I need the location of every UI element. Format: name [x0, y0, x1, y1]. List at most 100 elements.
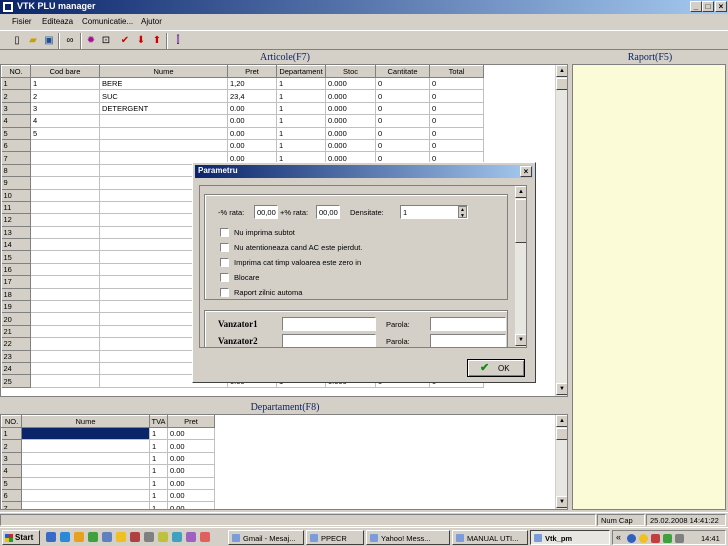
table-cell[interactable] [21, 477, 150, 490]
table-cell[interactable]: SUC [99, 89, 228, 103]
start-button[interactable]: Start [2, 530, 40, 545]
table-cell[interactable]: 0.00 [167, 452, 215, 466]
table-cell[interactable]: 1 [276, 89, 326, 103]
table-cell[interactable]: 1 [276, 114, 326, 128]
window-titlebar[interactable]: VTK PLU manager _ □ × [0, 0, 728, 14]
table-cell[interactable]: 0 [429, 139, 484, 153]
menu-comunicatie[interactable]: Comunicatie... [82, 17, 133, 26]
messenger-icon[interactable] [74, 532, 84, 542]
device-icon[interactable]: ⊡ [99, 34, 113, 48]
table-cell[interactable]: 1 [276, 139, 326, 153]
parametru-dialog[interactable]: Parametru × -% rata: 00,00 +% rata: 00,0… [192, 162, 536, 383]
scroll-up-icon[interactable]: ▲ [556, 415, 567, 427]
table-cell[interactable]: BERE [99, 77, 228, 91]
table-cell[interactable] [30, 275, 100, 289]
table-cell[interactable] [21, 501, 150, 509]
table-row[interactable]: 5 1 0.00 [1, 477, 215, 490]
table-cell[interactable] [30, 226, 100, 240]
table-cell[interactable]: 1 [149, 439, 168, 453]
dialog-close-icon[interactable]: × [520, 166, 532, 177]
table-row[interactable]: 1 1 0.00 [1, 427, 215, 441]
save-icon[interactable]: ▣ [42, 34, 56, 48]
scroll-thumb[interactable] [515, 199, 526, 243]
table-cell[interactable]: 1 [149, 501, 168, 509]
app-icon[interactable] [200, 532, 210, 542]
parola2-input[interactable] [430, 334, 506, 347]
checkbox-raport-zilnic[interactable] [220, 288, 229, 297]
departament-column-header[interactable]: TVA [149, 415, 168, 428]
table-cell[interactable]: 1 [276, 102, 326, 116]
table-cell[interactable]: 0 [429, 102, 484, 116]
checkbox-imprima-zero[interactable] [220, 258, 229, 267]
table-cell[interactable]: 0 [375, 114, 430, 128]
browser-icon[interactable] [60, 532, 70, 542]
scroll-up-icon[interactable]: ▲ [556, 65, 567, 77]
table-cell[interactable]: 0.00 [227, 139, 277, 153]
smiley-icon[interactable] [116, 532, 126, 542]
tray-icon[interactable] [675, 534, 684, 543]
table-cell[interactable] [30, 263, 100, 277]
table-row[interactable]: 1 1 BERE 1,20 1 0.000 0 0 [1, 77, 484, 91]
departament-column-header[interactable]: Nume [21, 415, 150, 428]
parola1-input[interactable] [430, 317, 506, 331]
table-cell[interactable]: 0.00 [227, 127, 277, 140]
table-cell[interactable]: 1 [149, 427, 168, 441]
tray-icon[interactable] [639, 534, 648, 543]
table-cell[interactable]: 0 [375, 89, 430, 103]
tray-icon[interactable] [663, 534, 672, 543]
scroll-thumb[interactable] [556, 428, 567, 440]
table-cell[interactable]: 1 [149, 452, 168, 466]
table-cell[interactable]: 0.000 [325, 77, 376, 91]
scroll-thumb[interactable] [556, 78, 567, 90]
app-icon[interactable] [144, 532, 154, 542]
table-cell[interactable]: 0.00 [167, 439, 215, 453]
table-row[interactable]: 4 4 0.00 1 0.000 0 0 [1, 114, 484, 128]
departament-column-header[interactable]: Pret [167, 415, 215, 428]
table-cell[interactable]: 1 [276, 77, 326, 91]
dialog-titlebar[interactable]: Parametru × [195, 165, 533, 178]
table-cell[interactable] [30, 325, 100, 339]
clock[interactable]: 14:41 [701, 534, 720, 543]
binoculars-icon[interactable]: ∞ [63, 34, 77, 48]
table-cell[interactable] [99, 127, 228, 140]
table-cell[interactable]: 0.00 [227, 102, 277, 116]
minus-rata-input[interactable]: 00,00 [254, 205, 278, 219]
table-cell[interactable]: 0.000 [325, 114, 376, 128]
table-cell[interactable] [30, 238, 100, 252]
checkbox-blocare[interactable] [220, 273, 229, 282]
app-icon[interactable] [158, 532, 168, 542]
table-row[interactable]: 2 2 SUC 23,4 1 0.000 0 0 [1, 89, 484, 103]
table-cell[interactable]: 0.000 [325, 139, 376, 153]
ok-button[interactable]: ✔ OK [467, 359, 525, 377]
menu-ajutor[interactable]: Ajutor [141, 17, 162, 26]
app-icon[interactable] [172, 532, 182, 542]
task-yahoo[interactable]: Yahoo! Mess... [366, 530, 450, 545]
table-cell[interactable]: 2 [30, 89, 100, 103]
table-cell[interactable] [30, 151, 100, 165]
table-cell[interactable]: 0.00 [227, 114, 277, 128]
scroll-down-icon[interactable]: ▼ [515, 334, 526, 346]
scroll-down-icon[interactable]: ▼ [556, 383, 567, 395]
arrow-down-icon[interactable]: ⬇ [134, 34, 148, 48]
table-cell[interactable] [21, 489, 150, 503]
plus-rata-input[interactable]: 00,00 [316, 205, 340, 219]
table-cell[interactable] [21, 427, 150, 441]
table-cell[interactable] [30, 201, 100, 215]
table-row[interactable]: 7 1 0.00 [1, 501, 215, 509]
table-cell[interactable]: 0.00 [167, 489, 215, 503]
table-cell[interactable]: 0 [429, 114, 484, 128]
table-cell[interactable]: 4 [30, 114, 100, 128]
table-cell[interactable] [30, 362, 100, 376]
explorer-icon[interactable] [102, 532, 112, 542]
table-cell[interactable] [30, 164, 100, 178]
table-cell[interactable] [21, 464, 150, 478]
export-icon[interactable]: ⫿ [171, 34, 185, 48]
articole-column-header[interactable]: Total [429, 65, 484, 78]
table-cell[interactable] [21, 452, 150, 466]
tray-icon[interactable] [627, 534, 636, 543]
table-cell[interactable]: 0 [429, 89, 484, 103]
vanzator1-input[interactable] [282, 317, 376, 331]
articole-column-header[interactable]: Departament [276, 65, 326, 78]
table-cell[interactable]: 0.00 [167, 477, 215, 490]
departament-scrollbar[interactable]: ▲ ▼ [555, 415, 567, 509]
